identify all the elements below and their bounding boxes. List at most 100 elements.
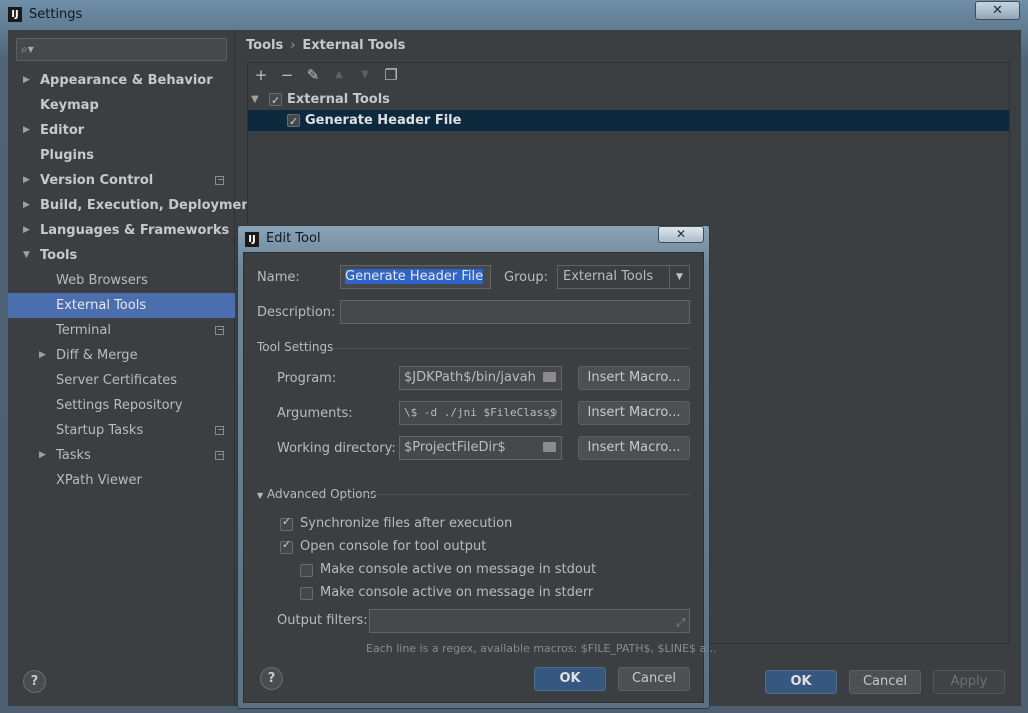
dialog-cancel-button[interactable]: Cancel bbox=[618, 667, 690, 691]
output-filters-label: Output filters: bbox=[277, 613, 368, 628]
ok-button[interactable]: OK bbox=[765, 670, 837, 694]
chevron-down-icon: ▼ bbox=[669, 266, 689, 288]
chevron-right-icon[interactable]: ▶ bbox=[23, 68, 30, 93]
sidebar-item-settings-repository[interactable]: Settings Repository bbox=[8, 393, 235, 418]
arguments-label: Arguments: bbox=[277, 406, 353, 421]
chevron-right-icon[interactable]: ▶ bbox=[39, 343, 46, 368]
advanced-options-toggle[interactable]: ▼ Advanced Options bbox=[257, 487, 376, 501]
project-scope-icon bbox=[215, 176, 224, 185]
tool-settings-heading: Tool Settings bbox=[257, 340, 334, 354]
sidebar-item-label: Plugins bbox=[40, 148, 94, 163]
group-combo[interactable]: External Tools ▼ bbox=[557, 265, 690, 289]
program-field[interactable]: $JDKPath$/bin/javah bbox=[399, 366, 562, 390]
settings-sidebar: ⌕▾ ▶ Appearance & Behavior Keymap ▶ Editor Pl… bbox=[8, 30, 257, 706]
move-down-icon[interactable]: ▼ bbox=[356, 66, 374, 84]
output-filters-hint: Each line is a regex, available macros: … bbox=[366, 642, 717, 655]
sidebar-item-startup-tasks[interactable]: Startup Tasks bbox=[8, 418, 235, 443]
chevron-down-icon: ▼ bbox=[257, 491, 264, 500]
chevron-down-icon[interactable]: ▼ bbox=[251, 89, 259, 110]
breadcrumb-current: External Tools bbox=[302, 38, 406, 53]
breadcrumb-separator: › bbox=[290, 38, 296, 53]
dialog-ok-button[interactable]: OK bbox=[534, 667, 606, 691]
move-up-icon[interactable]: ▲ bbox=[330, 66, 348, 84]
project-scope-icon bbox=[215, 326, 224, 335]
expand-icon[interactable]: ⤢ bbox=[548, 404, 557, 424]
sidebar-item-build-execution-deployment[interactable]: ▶ Build, Execution, Deployment bbox=[8, 193, 257, 218]
sidebar-item-plugins[interactable]: Plugins bbox=[8, 143, 235, 168]
breadcrumb-parent[interactable]: Tools bbox=[246, 38, 283, 53]
search-icon: ⌕▾ bbox=[21, 42, 34, 56]
open-console-checkbox[interactable] bbox=[280, 538, 293, 554]
name-value: Generate Header File bbox=[345, 269, 484, 284]
console-stdout-checkbox[interactable] bbox=[300, 564, 313, 577]
group-checkbox[interactable] bbox=[269, 90, 282, 111]
sidebar-item-label: Tasks bbox=[56, 448, 91, 463]
sidebar-item-label: XPath Viewer bbox=[56, 473, 142, 488]
tree-tool-generate-header[interactable]: Generate Header File bbox=[248, 110, 1009, 132]
window-close-button[interactable]: ✕ bbox=[975, 1, 1020, 20]
sidebar-item-label: Startup Tasks bbox=[56, 423, 144, 438]
sidebar-item-external-tools[interactable]: External Tools bbox=[8, 293, 235, 318]
sidebar-item-tools[interactable]: ▼ Tools bbox=[8, 243, 235, 268]
tree-group-label: External Tools bbox=[287, 92, 390, 107]
sidebar-item-label: Editor bbox=[40, 123, 85, 138]
open-console-label: Open console for tool output bbox=[300, 539, 487, 554]
sidebar-item-languages-frameworks[interactable]: ▶ Languages & Frameworks bbox=[8, 218, 235, 243]
sidebar-item-label: Server Certificates bbox=[56, 373, 178, 388]
tree-group-external-tools[interactable]: ▼ External Tools bbox=[248, 89, 1009, 111]
window-title: Settings bbox=[29, 7, 83, 22]
sidebar-item-version-control[interactable]: ▶ Version Control bbox=[8, 168, 235, 193]
working-directory-field[interactable]: $ProjectFileDir$ bbox=[399, 436, 562, 460]
sidebar-item-appearance-behavior[interactable]: ▶ Appearance & Behavior bbox=[8, 68, 235, 93]
chevron-right-icon[interactable]: ▶ bbox=[23, 168, 30, 193]
remove-icon[interactable]: − bbox=[278, 66, 296, 84]
add-icon[interactable]: + bbox=[252, 66, 270, 84]
dialog-help-button[interactable]: ? bbox=[260, 667, 283, 690]
description-field[interactable] bbox=[340, 300, 690, 324]
expand-icon[interactable]: ⤢ bbox=[676, 612, 685, 632]
output-filters-field[interactable]: ⤢ bbox=[369, 609, 690, 633]
group-value: External Tools bbox=[563, 269, 654, 284]
insert-macro-arguments-button[interactable]: Insert Macro... bbox=[578, 401, 690, 425]
section-divider bbox=[368, 494, 690, 495]
edit-tool-dialog: IJ Edit Tool ✕ Name: Generate Header Fil… bbox=[237, 225, 717, 709]
chevron-right-icon[interactable]: ▶ bbox=[39, 443, 46, 468]
sidebar-item-web-browsers[interactable]: Web Browsers bbox=[8, 268, 235, 293]
chevron-right-icon[interactable]: ▶ bbox=[23, 118, 30, 143]
sidebar-item-label: Web Browsers bbox=[56, 273, 148, 288]
folder-icon[interactable] bbox=[543, 442, 556, 452]
sidebar-item-label: Version Control bbox=[40, 173, 154, 188]
sidebar-item-tasks[interactable]: ▶ Tasks bbox=[8, 443, 235, 468]
insert-macro-program-button[interactable]: Insert Macro... bbox=[578, 366, 690, 390]
arguments-field[interactable]: \$ -d ./jni $FileClass$ ⤢ bbox=[399, 401, 562, 425]
edit-icon[interactable]: ✎ bbox=[304, 66, 322, 84]
sidebar-item-diff-merge[interactable]: ▶ Diff & Merge bbox=[8, 343, 235, 368]
chevron-right-icon[interactable]: ▶ bbox=[23, 218, 30, 243]
chevron-right-icon[interactable]: ▶ bbox=[23, 193, 30, 218]
tree-tool-label: Generate Header File bbox=[305, 113, 462, 128]
tool-checkbox[interactable] bbox=[287, 111, 300, 132]
sync-files-checkbox[interactable] bbox=[280, 515, 293, 531]
sidebar-item-server-certificates[interactable]: Server Certificates bbox=[8, 368, 235, 393]
program-label: Program: bbox=[277, 371, 337, 386]
folder-icon[interactable] bbox=[543, 372, 556, 382]
advanced-options-label: Advanced Options bbox=[266, 487, 377, 501]
dialog-close-button[interactable]: ✕ bbox=[658, 226, 704, 243]
sidebar-item-terminal[interactable]: Terminal bbox=[8, 318, 235, 343]
apply-button[interactable]: Apply bbox=[933, 670, 1005, 694]
dialog-title: Edit Tool bbox=[266, 231, 321, 246]
settings-search-input[interactable]: ⌕▾ bbox=[16, 38, 227, 61]
help-button[interactable]: ? bbox=[23, 670, 46, 693]
insert-macro-workdir-button[interactable]: Insert Macro... bbox=[578, 436, 690, 460]
breadcrumb: Tools › External Tools bbox=[246, 38, 405, 53]
sidebar-item-editor[interactable]: ▶ Editor bbox=[8, 118, 235, 143]
sidebar-item-keymap[interactable]: Keymap bbox=[8, 93, 235, 118]
chevron-down-icon[interactable]: ▼ bbox=[23, 243, 30, 268]
sidebar-item-xpath-viewer[interactable]: XPath Viewer bbox=[8, 468, 235, 493]
cancel-button[interactable]: Cancel bbox=[849, 670, 921, 694]
copy-icon[interactable]: ❐ bbox=[382, 66, 400, 84]
sidebar-item-label: Appearance & Behavior bbox=[40, 73, 213, 88]
sidebar-item-label: Build, Execution, Deployment bbox=[40, 198, 257, 213]
name-field[interactable]: Generate Header File bbox=[340, 265, 491, 289]
console-stderr-checkbox[interactable] bbox=[300, 587, 313, 600]
